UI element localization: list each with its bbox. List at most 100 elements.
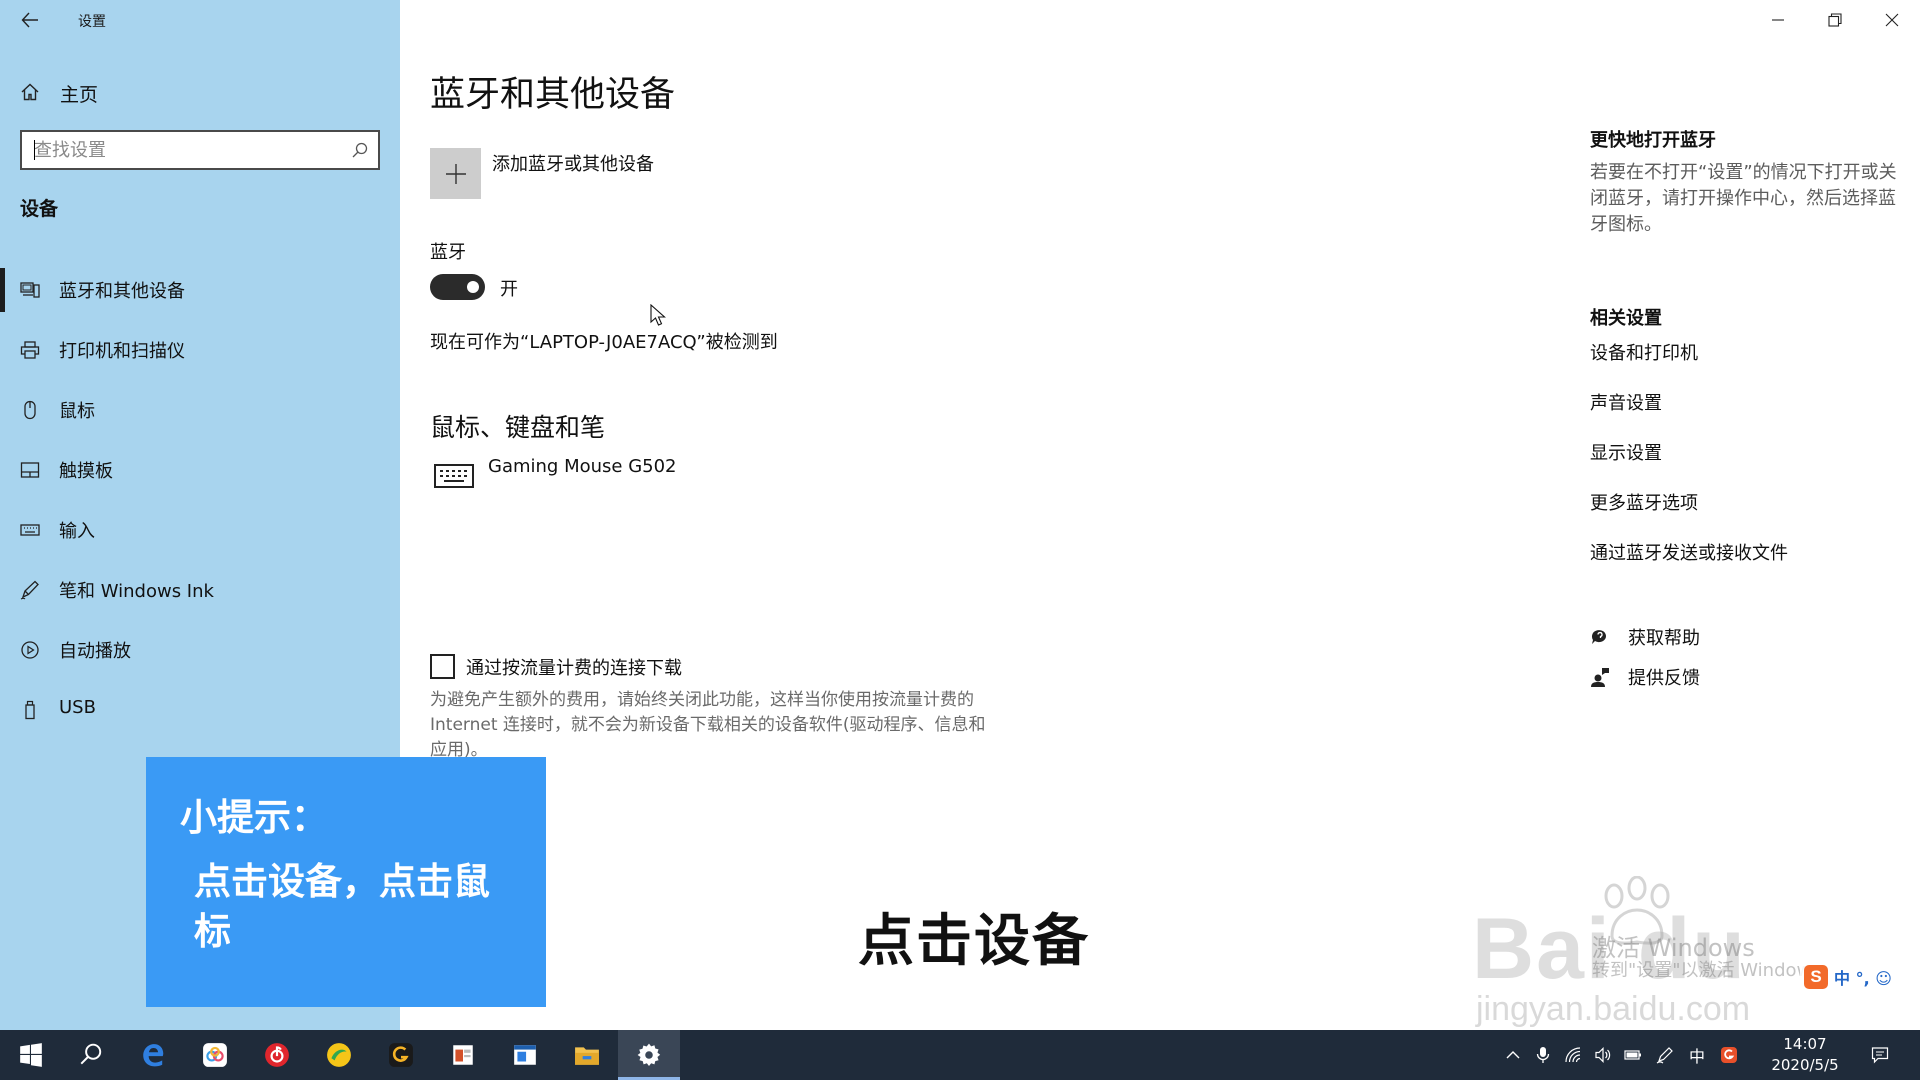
bluetooth-label: 蓝牙 — [430, 242, 466, 263]
selection-indicator — [0, 268, 5, 312]
sidebar-item-label: USB — [59, 697, 96, 718]
metered-checkbox[interactable] — [430, 654, 455, 679]
tip-body: 点击设备，点击鼠标 — [194, 860, 490, 953]
related-settings-title: 相关设置 — [1590, 308, 1662, 329]
taskbar-search-button[interactable] — [60, 1030, 122, 1080]
restore-icon — [1827, 13, 1842, 27]
start-button[interactable] — [0, 1030, 62, 1080]
tray-microphone[interactable] — [1530, 1030, 1556, 1080]
sidebar-nav: 蓝牙和其他设备 打印机和扫描仪 鼠标 触摸板 输入 笔和 Windows Ink… — [0, 260, 400, 740]
metered-label: 通过按流量计费的连接下载 — [466, 658, 682, 679]
related-link-devices-printers[interactable]: 设备和打印机 — [1590, 339, 1698, 365]
microphone-icon — [1536, 1047, 1550, 1063]
help-chat-icon — [1591, 630, 1606, 644]
add-device-label: 添加蓝牙或其他设备 — [492, 154, 654, 175]
tray-overflow-button[interactable] — [1500, 1030, 1526, 1080]
quick-bluetooth-title: 更快地打开蓝牙 — [1590, 130, 1716, 151]
tray-battery[interactable] — [1620, 1030, 1646, 1080]
mouse-icon — [24, 400, 36, 420]
metered-description: 为避免产生额外的费用，请始终关闭此功能，这样当你使用按流量计费的 Interne… — [430, 690, 986, 760]
baidu-netdisk-icon — [203, 1043, 227, 1067]
search-icon[interactable] — [352, 142, 368, 158]
tray-volume[interactable] — [1590, 1030, 1616, 1080]
tray-pen[interactable] — [1652, 1030, 1678, 1080]
app-title: 设置 — [78, 14, 106, 30]
feedback-person-icon — [1591, 668, 1609, 687]
tip-title: 小提示： — [180, 796, 328, 839]
bluetooth-toggle[interactable] — [430, 274, 485, 300]
autoplay-icon — [21, 641, 39, 659]
minimize-button[interactable] — [1749, 0, 1806, 40]
taskbar-netease-music[interactable] — [246, 1030, 308, 1080]
tray-sogou-ime[interactable] — [1716, 1030, 1742, 1080]
sidebar-item-usb[interactable]: USB — [0, 680, 400, 740]
touchpad-icon — [20, 462, 40, 478]
speaker-icon — [1595, 1047, 1611, 1063]
text-caret — [34, 140, 35, 160]
home-icon — [21, 83, 39, 101]
search-icon — [80, 1043, 102, 1065]
baidu-jingyan-url: jingyan.baidu.com — [1476, 990, 1751, 1028]
clock-time: 14:07 — [1783, 1035, 1827, 1053]
search-box[interactable] — [20, 130, 380, 170]
related-link-bluetooth-options[interactable]: 更多蓝牙选项 — [1590, 489, 1698, 515]
search-input[interactable] — [22, 132, 342, 168]
edge-icon — [143, 1044, 164, 1067]
taskbar-window-app[interactable] — [494, 1030, 556, 1080]
sidebar-item-label: 主页 — [60, 84, 99, 106]
taskbar-edge[interactable] — [122, 1030, 184, 1080]
add-device-row[interactable]: 添加蓝牙或其他设备 — [430, 148, 830, 199]
sidebar-item-touchpad[interactable]: 触摸板 — [0, 440, 400, 500]
sidebar-item-label: 鼠标 — [59, 401, 95, 422]
taskbar-powerpoint[interactable] — [432, 1030, 494, 1080]
get-help-link[interactable]: 获取帮助 — [1590, 622, 1890, 652]
pen-icon — [20, 580, 39, 600]
qq-browser-icon — [327, 1043, 351, 1067]
sidebar-item-typing[interactable]: 输入 — [0, 500, 400, 560]
video-caption: 点击设备 — [858, 909, 1090, 974]
metered-download-row[interactable]: 通过按流量计费的连接下载 — [430, 652, 1030, 682]
tray-input-language[interactable]: 中 — [1684, 1030, 1710, 1080]
taskbar-file-explorer[interactable] — [556, 1030, 618, 1080]
taskbar-qq-browser[interactable] — [308, 1030, 370, 1080]
taskbar-settings[interactable] — [618, 1030, 680, 1080]
bluetooth-state: 开 — [500, 279, 518, 300]
sidebar-item-mouse[interactable]: 鼠标 — [0, 380, 400, 440]
close-icon — [1885, 13, 1898, 27]
sidebar-item-autoplay[interactable]: 自动播放 — [0, 620, 400, 680]
sidebar-item-pen[interactable]: 笔和 Windows Ink — [0, 560, 400, 620]
taskbar-baidu-netdisk[interactable] — [184, 1030, 246, 1080]
tray-network[interactable] — [1560, 1030, 1586, 1080]
usb-icon — [25, 700, 35, 720]
file-explorer-icon — [575, 1047, 599, 1065]
close-button[interactable] — [1863, 0, 1920, 40]
action-center-button[interactable] — [1862, 1030, 1898, 1080]
feedback-link[interactable]: 提供反馈 — [1590, 662, 1890, 692]
device-name: Gaming Mouse G502 — [488, 456, 677, 477]
restore-button[interactable] — [1806, 0, 1863, 40]
keyboard-icon — [20, 524, 40, 536]
sidebar-item-home[interactable]: 主页 — [0, 72, 400, 112]
arrow-left-icon — [21, 12, 38, 28]
printer-icon — [20, 341, 40, 359]
battery-icon — [1624, 1050, 1641, 1060]
notification-icon — [1871, 1047, 1889, 1064]
sidebar-item-label: 自动播放 — [59, 641, 131, 662]
sogou-ime-bar[interactable]: S 中 °, ☺ — [1800, 960, 1920, 994]
clock-date: 2020/5/5 — [1771, 1056, 1839, 1074]
related-link-bluetooth-transfer[interactable]: 通过蓝牙发送或接收文件 — [1590, 539, 1788, 565]
powerpoint-icon — [453, 1045, 473, 1065]
sidebar-item-printers[interactable]: 打印机和扫描仪 — [0, 320, 400, 380]
related-link-sound[interactable]: 声音设置 — [1590, 389, 1662, 415]
device-item[interactable]: Gaming Mouse G502 — [430, 452, 930, 502]
add-device-button[interactable] — [430, 148, 481, 199]
related-link-display[interactable]: 显示设置 — [1590, 439, 1662, 465]
taskbar-sogou[interactable] — [370, 1030, 432, 1080]
back-button[interactable] — [14, 6, 46, 34]
taskbar-clock[interactable]: 14:07 2020/5/5 — [1760, 1034, 1850, 1076]
sogou-logo: S — [1804, 965, 1828, 989]
mouse-cursor-icon — [650, 304, 666, 326]
sidebar-item-bluetooth[interactable]: 蓝牙和其他设备 — [0, 260, 400, 320]
windows-logo-icon — [20, 1043, 42, 1067]
tip-box: 小提示： 点击设备，点击鼠标 — [146, 757, 546, 1007]
